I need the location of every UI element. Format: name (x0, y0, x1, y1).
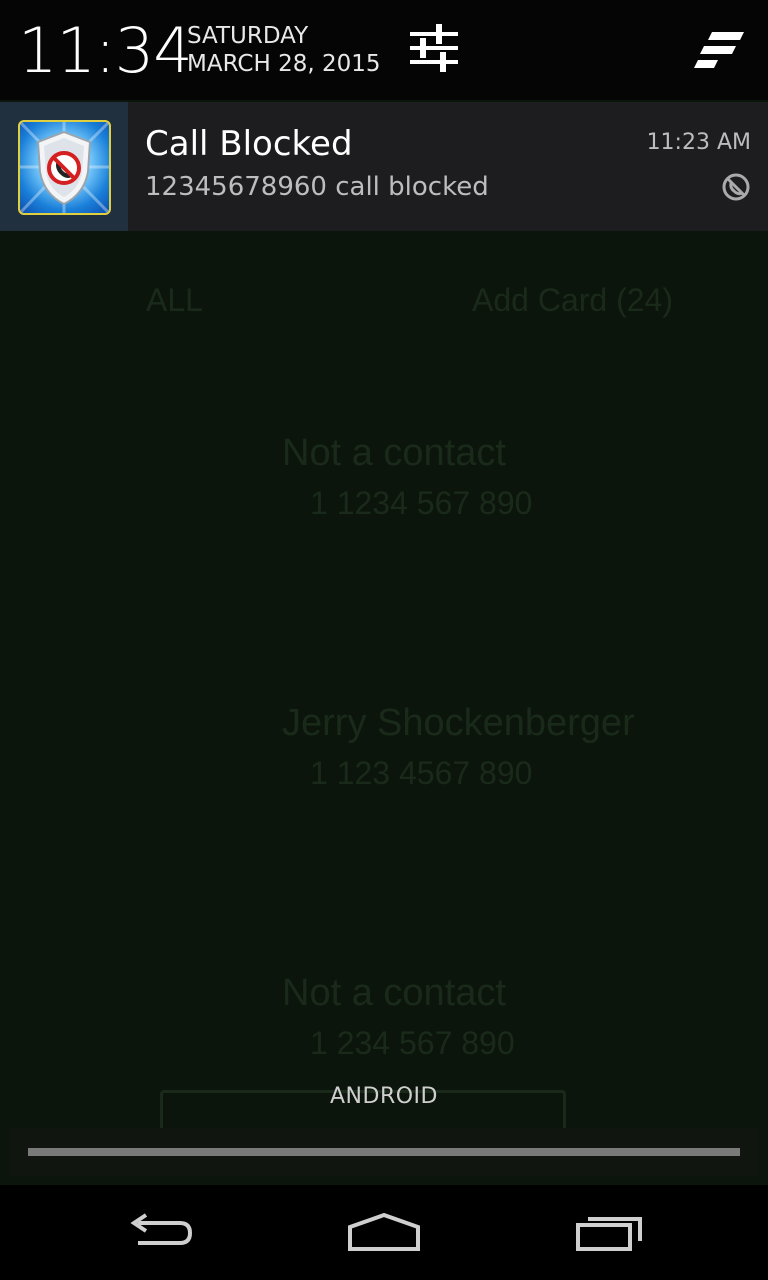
recents-button[interactable] (510, 1185, 710, 1280)
bg-entry-number: 1 234 567 890 (310, 1025, 515, 1061)
clock: 11:34 (18, 14, 193, 87)
notification-card[interactable] (0, 102, 768, 231)
date-block: SATURDAY MARCH 28, 2015 (187, 22, 381, 78)
recents-icon (576, 1216, 642, 1251)
date-label: MARCH 28, 2015 (187, 51, 381, 77)
shade-handle[interactable] (28, 1148, 740, 1156)
bg-entry-name: Not a contact (282, 972, 506, 1014)
day-label: SATURDAY (187, 23, 309, 49)
bg-tab-add-card: Add Card (24) (472, 282, 673, 318)
notification-icon-area (0, 102, 128, 231)
navigation-bar (0, 1185, 768, 1280)
bg-entry-name: Jerry Shockenberger (282, 702, 635, 744)
back-icon (130, 1212, 193, 1245)
bg-entry-number: 1 123 4567 890 (310, 755, 533, 791)
notification-text: 12345678960 call blocked (145, 172, 489, 202)
quick-settings-sliders-icon[interactable] (408, 22, 460, 74)
block-icon (721, 172, 751, 202)
call-blocker-shield-icon (18, 120, 111, 215)
clear-all-notifications-icon[interactable] (694, 32, 746, 68)
home-button[interactable] (284, 1185, 484, 1280)
bg-tab-all: ALL (146, 282, 203, 318)
notification-time: 11:23 AM (646, 130, 751, 155)
bg-entry-name: Not a contact (282, 432, 506, 474)
notification-title: Call Blocked (145, 124, 353, 164)
notification-header: 11:34 SATURDAY MARCH 28, 2015 (0, 0, 768, 100)
home-icon (348, 1212, 420, 1251)
back-button[interactable] (60, 1185, 260, 1280)
carrier-label: ANDROID (330, 1084, 438, 1109)
bg-entry-number: 1 1234 567 890 (310, 485, 533, 521)
